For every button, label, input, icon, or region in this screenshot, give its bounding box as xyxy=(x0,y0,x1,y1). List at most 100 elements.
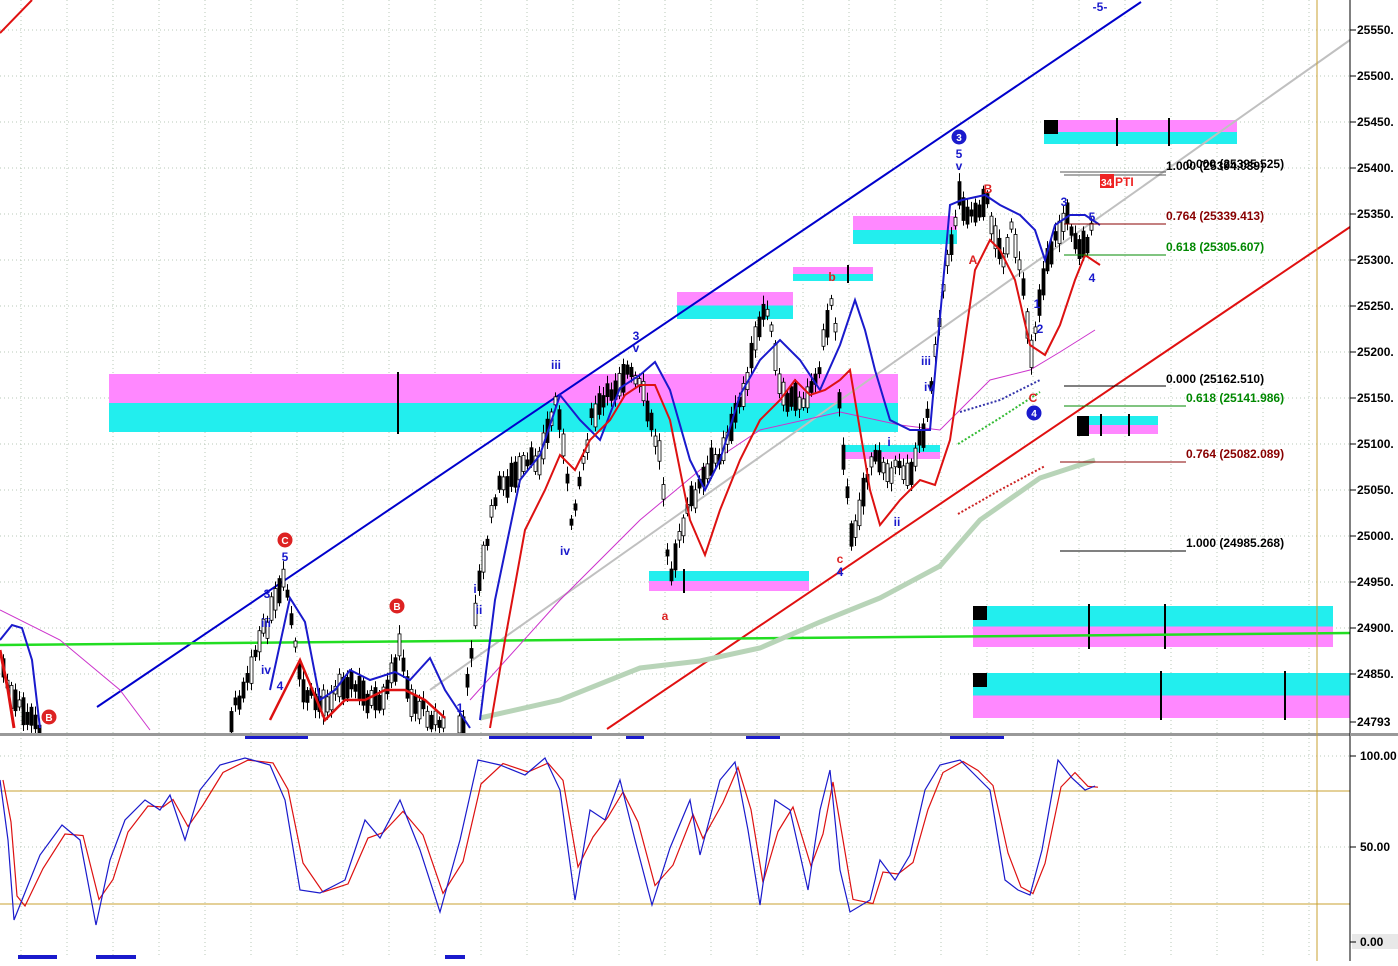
candle-body xyxy=(917,429,922,446)
candle-body xyxy=(769,324,774,332)
price-label: 24793 xyxy=(1357,715,1391,729)
candle-body xyxy=(361,680,366,706)
candle-body xyxy=(869,456,874,468)
candle-body xyxy=(681,517,686,537)
candle-body xyxy=(325,696,330,713)
candle-body xyxy=(837,392,842,409)
candle-body xyxy=(749,342,754,369)
price-label: 25550. xyxy=(1357,23,1394,37)
wave-circle-4: 4 xyxy=(1031,409,1037,420)
wave-c-right: C xyxy=(1029,391,1038,405)
candle-body xyxy=(277,578,282,604)
candle-body xyxy=(1085,236,1090,254)
fib-upper-618-label: 0.618 (25305.607) xyxy=(1166,240,1264,254)
candle-body xyxy=(645,400,650,422)
candle-body xyxy=(773,343,778,371)
candle-body xyxy=(853,520,858,538)
wave-ii-mid: ii xyxy=(476,603,483,617)
price-label: 25300. xyxy=(1357,253,1394,267)
zone-band-bottom xyxy=(845,452,940,459)
candle-body xyxy=(329,691,334,711)
candle-body xyxy=(841,444,846,470)
candle-body xyxy=(629,366,634,378)
price-label: 25500. xyxy=(1357,69,1394,83)
candle-body xyxy=(825,310,830,338)
price-label: 25250. xyxy=(1357,299,1394,313)
zone-band-bottom xyxy=(109,403,898,432)
price-label: 25000. xyxy=(1357,529,1394,543)
candle-body xyxy=(17,699,22,708)
axis-background xyxy=(1350,0,1398,961)
candle-body xyxy=(753,326,758,351)
fib-upper-000-label: 0.000 (25395.525) xyxy=(1186,157,1284,171)
candle-body xyxy=(833,322,838,333)
indicator-label: 50.00 xyxy=(1360,840,1390,854)
candle-body xyxy=(253,649,258,658)
candle-body xyxy=(237,695,242,710)
wave-iv-mid: iv xyxy=(560,544,570,558)
candle-body xyxy=(1009,221,1014,230)
pti-badge-number: 34 xyxy=(1101,178,1113,189)
candle-body xyxy=(465,674,470,688)
wave-3-right: 3 xyxy=(1061,195,1068,209)
candle-body xyxy=(285,589,290,598)
wave-1-mid: 1 xyxy=(457,701,464,715)
wave-b-upper: B xyxy=(984,182,993,196)
candle-body xyxy=(885,463,890,482)
wave-4-mid: 4 xyxy=(837,565,844,579)
candle-body xyxy=(501,476,506,491)
candle-body xyxy=(377,694,382,711)
candle-body xyxy=(609,389,614,401)
price-label: 25400. xyxy=(1357,161,1394,175)
wave-v-mid: v xyxy=(633,341,640,355)
candle-body xyxy=(385,679,390,695)
candle-body xyxy=(713,454,718,464)
candle-body xyxy=(965,206,970,225)
candle-body xyxy=(969,209,974,217)
candle-body xyxy=(305,690,310,703)
candle-body xyxy=(257,630,262,653)
zone-band-top xyxy=(845,445,940,452)
wave-a-mid: a xyxy=(662,609,669,623)
price-label: 25100. xyxy=(1357,437,1394,451)
candle-body xyxy=(817,367,822,375)
fib-lower-764-label: 0.764 (25082.089) xyxy=(1186,447,1284,461)
wave-iv-left: iv xyxy=(261,663,271,677)
candle-body xyxy=(469,648,474,659)
candle-body xyxy=(357,675,362,699)
candle-body xyxy=(709,447,714,476)
candle-body xyxy=(249,656,254,684)
candle-body xyxy=(757,316,762,338)
pane-separator xyxy=(0,733,1350,736)
indicator-label: 0.00 xyxy=(1360,935,1384,949)
candle-body xyxy=(505,476,510,498)
candle-body xyxy=(557,409,562,430)
wave-top-label: -5- xyxy=(1093,0,1108,14)
wave-b-mid: b xyxy=(828,270,835,284)
candle-body xyxy=(649,412,654,431)
candle-body xyxy=(417,700,422,720)
fib-upper-764-label: 0.764 (25339.413) xyxy=(1166,209,1264,223)
zone-marker xyxy=(1077,416,1089,436)
candle-body xyxy=(901,465,906,480)
price-label: 25150. xyxy=(1357,391,1394,405)
price-chart[interactable]: 1.000 (25394.039)0.000 (25395.525)0.764 … xyxy=(0,0,1398,961)
wave-i-right: i xyxy=(887,435,890,449)
candle-body xyxy=(777,373,782,394)
candle-body xyxy=(289,613,294,626)
zone-band-bottom xyxy=(1044,132,1237,144)
candle-body xyxy=(301,679,306,703)
candle-body xyxy=(829,298,834,306)
zone-band-bottom xyxy=(853,230,957,244)
candle-body xyxy=(857,499,862,527)
candle-body xyxy=(973,202,978,223)
candle-body xyxy=(893,459,898,468)
wave-5-right: 5 xyxy=(1089,210,1096,224)
candle-body xyxy=(569,518,574,526)
candle-body xyxy=(989,215,994,235)
candle-body xyxy=(573,503,578,511)
zone-band-bottom xyxy=(677,305,793,319)
wave-4-right: 4 xyxy=(1089,271,1096,285)
chart-window: 1.000 (25394.039) 0.000 (25395.525) 0.764 … xyxy=(0,0,1398,961)
wave-a-upper: A xyxy=(969,253,978,267)
